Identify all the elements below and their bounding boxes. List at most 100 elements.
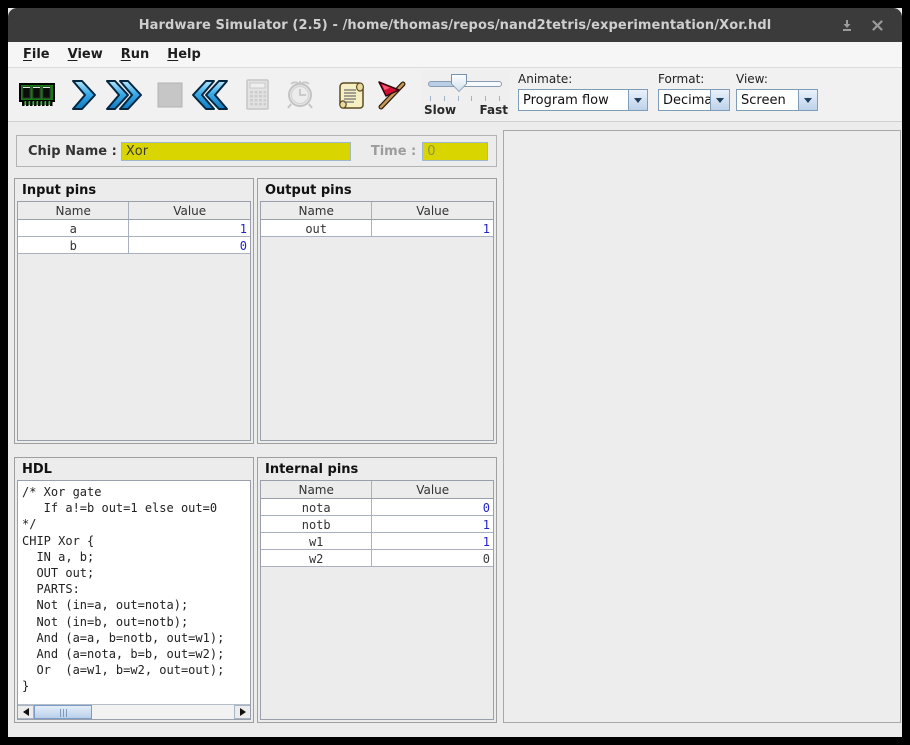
pin-value[interactable]: 0 [129,237,250,253]
scroll-right-icon[interactable] [234,705,250,719]
chip-icon [17,78,57,112]
app-window: Hardware Simulator (2.5) - /home/thomas/… [8,8,902,737]
toolbar: Slow Fast Animate: Program flow Format: … [8,68,902,122]
reset-button[interactable] [188,71,232,118]
output-pins-table: Name Value out1 [260,201,494,441]
close-icon[interactable] [866,15,888,35]
output-pins-title: Output pins [258,179,496,201]
chevron-down-icon[interactable] [798,90,817,110]
load-chip-button[interactable] [15,71,59,118]
input-pins-table: Name Value a1b0 [17,201,251,441]
pin-name: nota [261,499,372,515]
format-label: Format: [658,72,730,86]
value-column-header: Value [372,202,493,219]
clock-button [278,71,322,118]
pin-name: b [18,237,129,253]
pin-name: out [261,220,372,236]
table-header: Name Value [261,481,493,499]
flag-icon [374,77,410,113]
pin-name: notb [261,516,372,532]
pin-value[interactable]: 1 [129,220,250,236]
main-content: Chip Name : Xor Time : 0 Input pins Name… [8,122,902,737]
format-group: Format: Decimal [658,72,730,111]
animate-label: Animate: [518,72,648,86]
script-button[interactable] [330,71,374,118]
value-column-header: Value [129,202,250,219]
pin-value: 1 [372,220,493,236]
screen-view-area [503,130,901,723]
titlebar: Hardware Simulator (2.5) - /home/thomas/… [8,8,902,42]
hdl-view: /* Xor gate If a!=b out=1 else out=0 */ … [17,480,251,720]
pin-row-w2: w20 [261,550,493,567]
pin-name: w2 [261,550,372,566]
speed-slider[interactable]: Slow Fast [422,70,510,120]
minimize-icon[interactable] [836,15,858,35]
animate-value: Program flow [519,90,628,110]
animate-select[interactable]: Program flow [518,89,648,111]
stop-button [148,71,192,118]
alarm-clock-icon [283,77,317,113]
format-value: Decimal [659,90,710,110]
pin-row-out: out1 [261,220,493,237]
output-pins-panel: Output pins Name Value out1 [257,178,497,444]
chip-name-bar: Chip Name : Xor Time : 0 [16,135,497,167]
input-pins-title: Input pins [15,179,253,201]
menu-help[interactable]: Help [158,45,209,64]
hdl-horizontal-scrollbar[interactable] [18,704,250,719]
pin-name: a [18,220,129,236]
pin-row-w1: w11 [261,533,493,550]
internal-pins-title: Internal pins [258,458,496,480]
chip-name-field[interactable]: Xor [121,142,351,161]
run-button[interactable] [102,71,146,118]
view-group: View: Screen [736,72,818,111]
hdl-code: /* Xor gate If a!=b out=1 else out=0 */ … [18,481,250,695]
pin-name: w1 [261,533,372,549]
table-header: Name Value [18,202,250,220]
internal-pins-panel: Internal pins Name Value nota0notb1w11w2… [257,457,497,723]
pin-row-b: b0 [18,237,250,254]
window-frame: Hardware Simulator (2.5) - /home/thomas/… [0,0,910,745]
menu-file[interactable]: File [14,45,59,64]
chevron-down-icon[interactable] [628,90,647,110]
pin-value: 1 [372,516,493,532]
input-pins-panel: Input pins Name Value a1b0 [14,178,254,444]
chevron-down-icon[interactable] [710,90,729,110]
pin-row-nota: nota0 [261,499,493,516]
menu-run[interactable]: Run [112,45,159,64]
pin-value: 1 [372,533,493,549]
hdl-title: HDL [15,458,253,480]
window-title: Hardware Simulator (2.5) - /home/thomas/… [139,18,772,33]
stop-icon [157,82,183,108]
eval-button [235,71,279,118]
scrollbar-thumb[interactable] [34,705,92,719]
internal-pins-table: Name Value nota0notb1w11w20 [260,480,494,720]
menu-view[interactable]: View [59,45,112,64]
breakpoints-button[interactable] [370,71,414,118]
name-column-header: Name [261,481,372,498]
view-label: View: [736,72,818,86]
slider-fast-label: Fast [480,103,508,117]
time-label: Time : [371,144,416,159]
name-column-header: Name [18,202,129,219]
scroll-left-icon[interactable] [18,705,34,719]
slider-slow-label: Slow [424,103,456,117]
view-value: Screen [737,90,798,110]
format-select[interactable]: Decimal [658,89,730,111]
single-step-button[interactable] [62,71,106,118]
pin-value: 0 [372,550,493,566]
slider-ticks [430,96,500,101]
name-column-header: Name [261,202,372,219]
menubar: FileViewRunHelp [8,42,902,68]
pin-row-notb: notb1 [261,516,493,533]
rewind-icon [190,78,230,112]
table-header: Name Value [261,202,493,220]
pin-row-a: a1 [18,220,250,237]
slider-thumb[interactable] [451,74,467,92]
calculator-icon [241,77,273,113]
scroll-icon [335,77,369,113]
view-select[interactable]: Screen [736,89,818,111]
animate-group: Animate: Program flow [518,72,648,111]
pin-value: 0 [372,499,493,515]
fast-forward-icon [104,78,144,112]
chip-name-label: Chip Name : [28,144,117,159]
